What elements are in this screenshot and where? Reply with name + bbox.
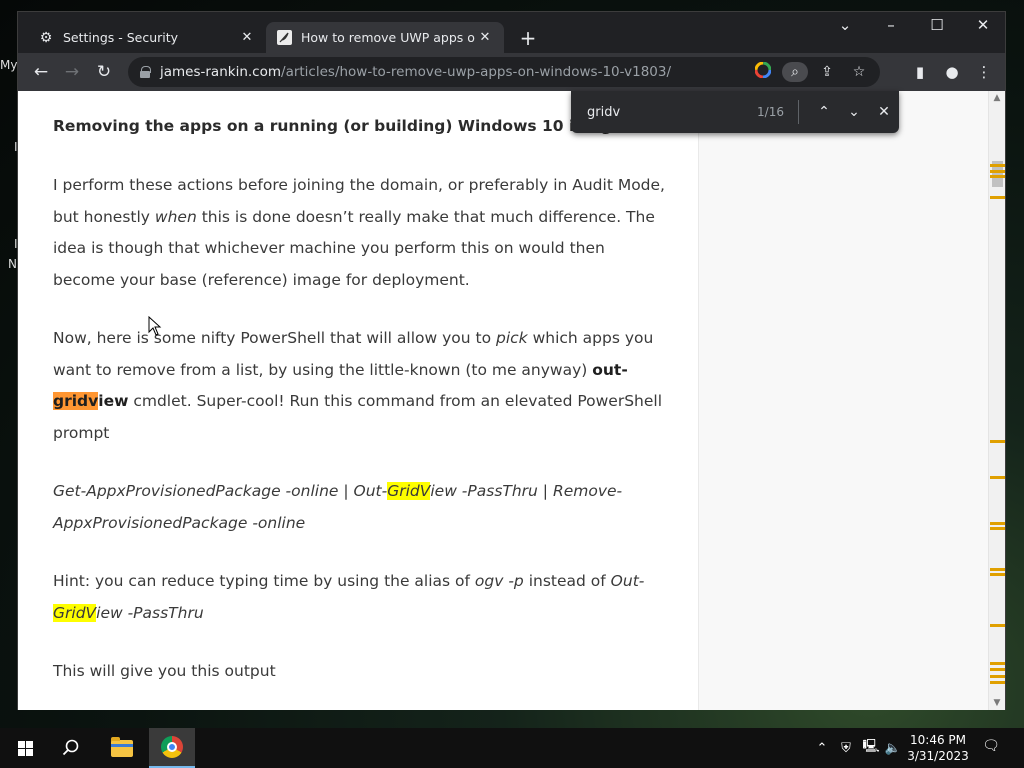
paragraph: Hint: you can reduce typing time by usin…: [53, 572, 645, 622]
page-viewport: Removing the apps on a running (or build…: [18, 91, 1005, 710]
paragraph: This will give you this output: [53, 662, 276, 680]
lock-icon: [140, 66, 151, 78]
code-snippet: Get-AppxProvisionedPackage -online | Out…: [53, 482, 623, 532]
tab-title: How to remove UWP apps on W: [301, 30, 476, 45]
find-match-marker: [990, 196, 1005, 199]
scroll-down-arrow-icon[interactable]: ▼: [989, 696, 1005, 710]
security-shield-icon[interactable]: ⛨: [836, 728, 856, 768]
clock-date: 3/31/2023: [907, 749, 969, 763]
tab-article[interactable]: How to remove UWP apps on W ✕: [266, 22, 504, 53]
find-divider: [798, 100, 799, 124]
file-explorer-button[interactable]: [99, 728, 145, 768]
folder-icon: [111, 736, 133, 757]
side-panel-icon[interactable]: ▮: [909, 61, 931, 83]
site-feather-icon: [276, 30, 292, 46]
tab-strip: ⚙ Settings - Security ✕ How to remove UW…: [18, 12, 1005, 53]
find-match-marker: [990, 522, 1005, 525]
forward-button[interactable]: →: [61, 61, 83, 83]
article-body: Removing the apps on a running (or build…: [18, 91, 698, 710]
close-icon[interactable]: ✕: [476, 30, 494, 45]
network-icon[interactable]: 🖳: [860, 728, 882, 768]
paragraph: I perform these actions before joining t…: [53, 176, 665, 289]
find-match: GridV: [387, 482, 431, 500]
find-input[interactable]: gridv: [587, 105, 728, 120]
windows-logo-icon: [17, 740, 33, 756]
find-match-marker: [990, 662, 1005, 665]
browser-window: ⚙ Settings - Security ✕ How to remove UW…: [17, 11, 1006, 710]
show-hidden-icons-chevron-icon[interactable]: ⌃: [813, 728, 831, 768]
maximize-button[interactable]: ☐: [922, 16, 952, 34]
address-bar[interactable]: james-rankin.com/articles/how-to-remove-…: [128, 57, 880, 87]
find-in-page-icon[interactable]: ⌕: [782, 62, 808, 82]
share-icon[interactable]: ⇪: [814, 62, 840, 82]
find-match-marker: [990, 170, 1005, 173]
new-tab-button[interactable]: +: [516, 26, 540, 50]
notification-icon: 🗨: [982, 738, 1000, 754]
find-match-count: 1/16: [757, 105, 784, 119]
find-close-button[interactable]: ✕: [869, 99, 899, 125]
find-match-marker: [990, 675, 1005, 678]
find-match-marker: [990, 681, 1005, 684]
find-match-marker: [990, 440, 1005, 443]
find-match-marker: [990, 568, 1005, 571]
find-match-marker: [990, 573, 1005, 576]
start-button[interactable]: [2, 728, 48, 768]
profile-icon[interactable]: ●: [941, 61, 963, 83]
back-button[interactable]: ←: [30, 61, 52, 83]
search-icon: [62, 739, 79, 756]
reload-button[interactable]: ↻: [93, 61, 115, 83]
find-match-marker: [990, 164, 1005, 167]
article-sidebar: [698, 91, 988, 710]
taskbar: ⌃ ⛨ 🖳 🔈 10:46 PM 3/31/2023 🗨: [0, 728, 1024, 768]
desktop-label: N: [8, 257, 17, 271]
clock-time: 10:46 PM: [910, 733, 966, 747]
chrome-taskbar-button[interactable]: [149, 728, 195, 768]
find-bar: gridv 1/16 ⌃ ⌄ ✕: [571, 91, 899, 133]
vertical-scrollbar[interactable]: ▲ ▼: [988, 91, 1005, 710]
find-match-marker: [990, 624, 1005, 627]
find-match-marker: [990, 668, 1005, 671]
menu-kebab-icon[interactable]: ⋮: [973, 61, 995, 83]
system-clock[interactable]: 10:46 PM 3/31/2023: [898, 732, 978, 764]
desktop-label: My: [0, 58, 18, 72]
minimize-button[interactable]: –: [876, 16, 906, 34]
chrome-icon: [161, 736, 183, 758]
close-window-button[interactable]: ✕: [968, 16, 998, 34]
gear-icon: ⚙: [39, 29, 53, 46]
find-match-marker: [990, 527, 1005, 530]
tab-settings-security[interactable]: ⚙ Settings - Security ✕: [28, 22, 266, 53]
find-match-current: gridv: [53, 392, 99, 410]
bookmark-star-icon[interactable]: ☆: [846, 62, 872, 82]
google-icon[interactable]: [750, 61, 776, 82]
tab-search-chevron-icon[interactable]: ⌄: [830, 16, 860, 34]
find-match-marker: [990, 476, 1005, 479]
find-match-marker: [990, 175, 1005, 178]
tab-title: Settings - Security: [63, 30, 179, 45]
scroll-up-arrow-icon[interactable]: ▲: [989, 91, 1005, 105]
mouse-cursor-icon: [148, 316, 162, 336]
find-match: GridV: [53, 603, 97, 622]
notification-center-button[interactable]: 🗨: [980, 738, 1002, 758]
find-next-button[interactable]: ⌄: [839, 99, 869, 125]
close-icon[interactable]: ✕: [238, 30, 256, 45]
search-button[interactable]: [48, 728, 94, 768]
browser-toolbar: ← → ↻ james-rankin.com/articles/how-to-r…: [18, 53, 1005, 91]
find-previous-button[interactable]: ⌃: [809, 99, 839, 125]
paragraph: Now, here is some nifty PowerShell that …: [53, 329, 663, 442]
url-text[interactable]: james-rankin.com/articles/how-to-remove-…: [160, 64, 671, 80]
